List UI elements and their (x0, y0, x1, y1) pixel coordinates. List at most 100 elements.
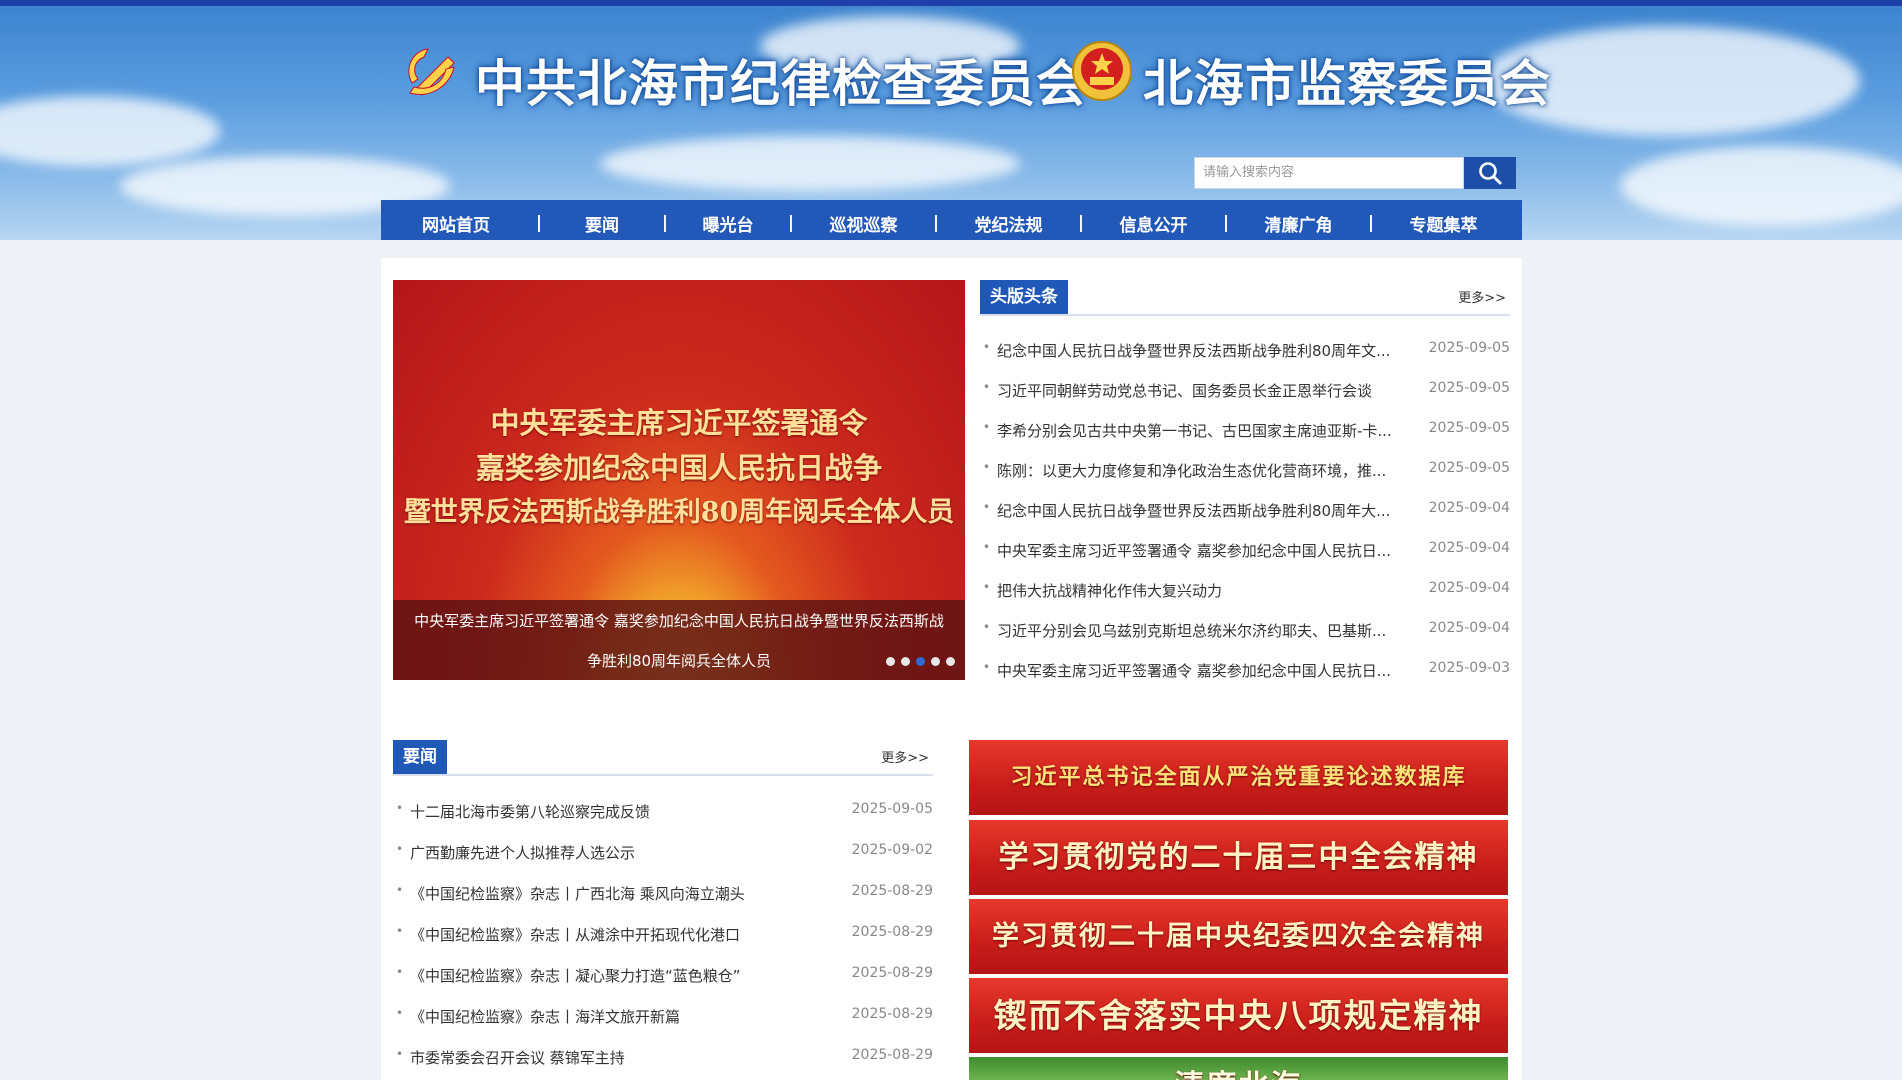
news-date: 2025-09-04 (1428, 500, 1510, 516)
national-emblem-icon (1072, 41, 1132, 101)
news-title[interactable]: 市委常委会召开会议 蔡锦军主持 (410, 1047, 830, 1068)
list-item[interactable]: • 把伟大抗战精神化作伟大复兴动力 2025-09-04 (980, 580, 1510, 602)
nav-separator: | (535, 213, 543, 233)
bullet: • (983, 620, 991, 634)
news-title[interactable]: 中央军委主席习近平签署通令 嘉奖参加纪念中国人民抗日... (997, 660, 1427, 681)
news-date: 2025-09-05 (1428, 340, 1510, 356)
bullet: • (983, 500, 991, 514)
nav-separator: | (932, 213, 940, 233)
news-date: 2025-08-29 (851, 1047, 933, 1063)
news-slider[interactable]: 中央军委主席习近平签署通令 嘉奖参加纪念中国人民抗日战争 暨世界反法西斯战争胜利… (393, 280, 965, 680)
headlines-tab[interactable]: 头版头条 (980, 280, 1068, 314)
news-more-link[interactable]: 更多>> (881, 747, 929, 766)
nav-news[interactable]: 要闻 (547, 211, 657, 236)
list-item[interactable]: • 《中国纪检监察》杂志丨凝心聚力打造“蓝色粮仓” 2025-08-29 (393, 965, 933, 987)
list-item[interactable]: • 《中国纪检监察》杂志丨海洋文旅开新篇 2025-08-29 (393, 1006, 933, 1028)
news-title[interactable]: 《中国纪检监察》杂志丨凝心聚力打造“蓝色粮仓” (410, 965, 830, 986)
list-item[interactable]: • 陈刚：以更大力度修复和净化政治生态优化营商环境，推... 2025-09-05 (980, 460, 1510, 482)
news-title[interactable]: 《中国纪检监察》杂志丨海洋文旅开新篇 (410, 1006, 830, 1027)
party-emblem-icon (408, 48, 455, 96)
nav-disclosure[interactable]: 信息公开 (1089, 211, 1218, 236)
search-input[interactable]: 请输入搜索内容 (1194, 157, 1464, 189)
bullet: • (983, 660, 991, 674)
news-title[interactable]: 李希分别会见古共中央第一书记、古巴国家主席迪亚斯-卡... (997, 420, 1427, 441)
search-button[interactable] (1464, 157, 1516, 189)
bullet: • (396, 842, 404, 856)
cloud (0, 96, 220, 166)
slide-headline-line: 暨世界反法西斯战争胜利80周年阅兵全体人员 (403, 497, 955, 528)
nav-exposure[interactable]: 曝光台 (673, 211, 783, 236)
list-item[interactable]: • 《中国纪检监察》杂志丨广西北海 乘风向海立潮头 2025-08-29 (393, 883, 933, 905)
slider-dot[interactable] (886, 657, 895, 666)
news-date: 2025-08-29 (851, 965, 933, 981)
news-title[interactable]: 习近平分别会见乌兹别克斯坦总统米尔济约耶夫、巴基斯... (997, 620, 1427, 641)
news-date: 2025-09-04 (1428, 540, 1510, 556)
bullet: • (396, 1047, 404, 1061)
news-list: • 十二届北海市委第八轮巡察完成反馈 2025-09-05 • 广西勤廉先进个人拟推荐… (393, 801, 933, 1067)
slide-caption[interactable]: 中央军委主席习近平签署通令 嘉奖参加纪念中国人民抗日战争暨世界反法西斯战 争胜利… (393, 600, 965, 680)
news-date: 2025-08-29 (851, 924, 933, 940)
commission-title: 中共北海市纪律检查委员会 (475, 54, 1087, 113)
list-item[interactable]: • 纪念中国人民抗日战争暨世界反法西斯战争胜利80周年大... 2025-09-04 (980, 500, 1510, 522)
list-item[interactable]: • 广西勤廉先进个人拟推荐人选公示 2025-09-02 (393, 842, 933, 864)
list-item[interactable]: • 中央军委主席习近平签署通令 嘉奖参加纪念中国人民抗日... 2025-09-03 (980, 660, 1510, 682)
bullet: • (396, 883, 404, 897)
slide-headline-line: 嘉奖参加纪念中国人民抗日战争 (475, 451, 882, 485)
news-date: 2025-09-05 (851, 801, 933, 817)
headlines-list: • 纪念中国人民抗日战争暨世界反法西斯战争胜利80周年文... 2025-09-05… (980, 340, 1510, 680)
banner-third-plenum[interactable]: 学习贯彻党的二十届三中全会精神 (969, 820, 1508, 895)
news-title[interactable]: 陈刚：以更大力度修复和净化政治生态优化营商环境，推... (997, 460, 1427, 481)
nav-integrity[interactable]: 清廉广角 (1234, 211, 1363, 236)
list-item[interactable]: • 李希分别会见古共中央第一书记、古巴国家主席迪亚斯-卡... 2025-09-05 (980, 420, 1510, 442)
nav-home[interactable]: 网站首页 (381, 211, 531, 236)
bullet: • (983, 580, 991, 594)
news-date: 2025-08-29 (851, 883, 933, 899)
list-item[interactable]: • 习近平同朝鲜劳动党总书记、国务委员长金正恩举行会谈 2025-09-05 (980, 380, 1510, 402)
bullet: • (983, 460, 991, 474)
list-item[interactable]: • 中央军委主席习近平签署通令 嘉奖参加纪念中国人民抗日... 2025-09-04 (980, 540, 1510, 562)
nav-separator: | (1222, 213, 1230, 233)
bullet: • (983, 540, 991, 554)
slide-caption-line: 争胜利80周年阅兵全体人员 (586, 652, 772, 670)
news-title[interactable]: 《中国纪检监察》杂志丨广西北海 乘风向海立潮头 (410, 883, 830, 904)
news-tab[interactable]: 要闻 (393, 740, 447, 774)
nav-regulations[interactable]: 党纪法规 (944, 211, 1073, 236)
list-item[interactable]: • 《中国纪检监察》杂志丨从滩涂中开拓现代化港口 2025-08-29 (393, 924, 933, 946)
news-title[interactable]: 纪念中国人民抗日战争暨世界反法西斯战争胜利80周年文... (997, 340, 1427, 361)
news-title[interactable]: 中央军委主席习近平签署通令 嘉奖参加纪念中国人民抗日... (997, 540, 1427, 561)
list-item[interactable]: • 十二届北海市委第八轮巡察完成反馈 2025-09-05 (393, 801, 933, 823)
list-item[interactable]: • 市委常委会召开会议 蔡锦军主持 2025-08-29 (393, 1047, 933, 1069)
news-date: 2025-09-04 (1428, 580, 1510, 596)
banner-eight-rules[interactable]: 锲而不舍落实中央八项规定精神 (969, 978, 1508, 1053)
banner-clean-beihai[interactable]: 清廉北海 (969, 1057, 1508, 1080)
nav-separator: | (661, 213, 669, 233)
banner-discipline-database[interactable]: 习近平总书记全面从严治党重要论述数据库 (969, 740, 1508, 815)
list-item[interactable]: • 纪念中国人民抗日战争暨世界反法西斯战争胜利80周年文... 2025-09-05 (980, 340, 1510, 362)
cloud (600, 136, 1020, 191)
search-icon (1479, 162, 1502, 185)
news-title[interactable]: 纪念中国人民抗日战争暨世界反法西斯战争胜利80周年大... (997, 500, 1427, 521)
news-date: 2025-09-05 (1428, 380, 1510, 396)
slide-headline-line: 中央军委主席习近平签署通令 (490, 406, 868, 440)
news-date: 2025-09-05 (1428, 460, 1510, 476)
news-title[interactable]: 习近平同朝鲜劳动党总书记、国务委员长金正恩举行会谈 (997, 380, 1427, 401)
supervision-title: 北海市监察委员会 (1143, 54, 1551, 113)
banner-cdi-plenum[interactable]: 学习贯彻二十届中央纪委四次全会精神 (969, 899, 1508, 974)
slider-dot-active[interactable] (916, 657, 925, 666)
news-title[interactable]: 十二届北海市委第八轮巡察完成反馈 (410, 801, 830, 822)
news-title[interactable]: 把伟大抗战精神化作伟大复兴动力 (997, 580, 1427, 601)
bullet: • (396, 965, 404, 979)
headlines-more-link[interactable]: 更多>> (1458, 287, 1506, 306)
main-nav: 网站首页 | 要闻 | 曝光台 | 巡视巡察 | 党纪法规 | 信息公开 | 清… (381, 200, 1522, 240)
slider-dot[interactable] (901, 657, 910, 666)
site-header: 中共北海市纪律检查委员会 北海市监察委员会 请输入搜索内容 网站首页 | 要闻 … (0, 6, 1902, 240)
list-item[interactable]: • 习近平分别会见乌兹别克斯坦总统米尔济约耶夫、巴基斯... 2025-09-04 (980, 620, 1510, 642)
news-title[interactable]: 《中国纪检监察》杂志丨从滩涂中开拓现代化港口 (410, 924, 830, 945)
nav-topics[interactable]: 专题集萃 (1379, 211, 1508, 236)
slider-dot[interactable] (931, 657, 940, 666)
news-title[interactable]: 广西勤廉先进个人拟推荐人选公示 (410, 842, 830, 863)
bullet: • (983, 420, 991, 434)
nav-inspection[interactable]: 巡视巡察 (799, 211, 928, 236)
slider-dot[interactable] (946, 657, 955, 666)
news-date: 2025-08-29 (851, 1006, 933, 1022)
